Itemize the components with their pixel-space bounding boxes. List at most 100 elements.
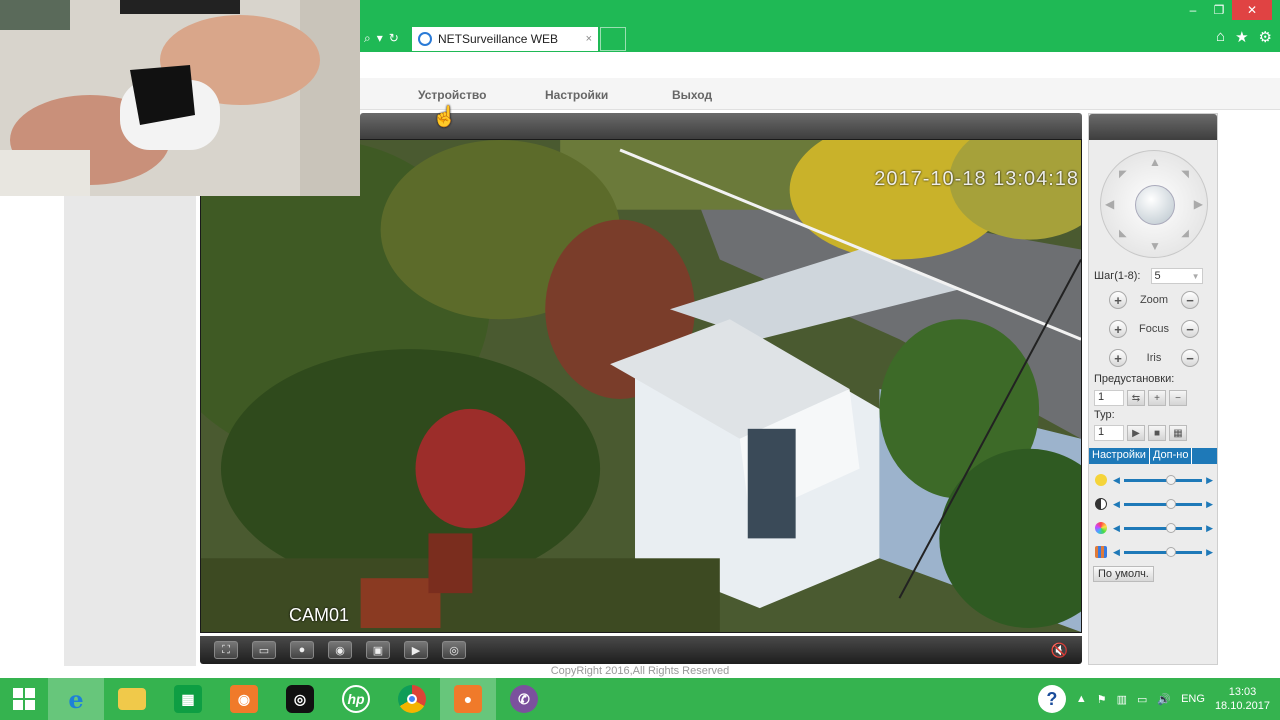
language-indicator[interactable]: ENG (1181, 693, 1205, 705)
focus-plus-button[interactable]: + (1109, 320, 1127, 338)
search-icon[interactable]: ⌕ (364, 31, 371, 46)
zoom-in-button[interactable]: + (1109, 291, 1127, 309)
preset-add-icon[interactable]: + (1148, 390, 1166, 406)
focus-minus-button[interactable]: − (1181, 320, 1199, 338)
taskbar-file-explorer[interactable] (104, 678, 160, 720)
window-layout-icon[interactable]: ▭ (252, 641, 276, 659)
slider-track[interactable] (1123, 498, 1203, 509)
preset-input[interactable]: 1 (1094, 390, 1124, 406)
ptz-direction-dial[interactable]: ▲ ▼ ◀ ▶ ◤ ◥ ◣ ◢ (1100, 150, 1208, 258)
live-video[interactable]: 2017-10-18 13:04:18 CAM01 (200, 139, 1082, 633)
network-icon[interactable]: ▥ (1117, 693, 1127, 706)
taskbar-viber[interactable]: ✆ (496, 678, 552, 720)
preset-goto-icon[interactable]: ⇆ (1127, 390, 1145, 406)
playback-icon[interactable]: ▶ (404, 641, 428, 659)
slider-track[interactable] (1123, 474, 1203, 485)
decrease-icon[interactable]: ◀ (1113, 475, 1120, 486)
presets-label-row: Предустановки: (1094, 373, 1214, 385)
star-icon[interactable]: ★ (1235, 28, 1248, 46)
decrease-icon[interactable]: ◀ (1113, 499, 1120, 510)
ptz-panel: ▲ ▼ ◀ ▶ ◤ ◥ ◣ ◢ Шаг(1-8): 5 ▼ + Zoom − +… (1088, 113, 1218, 665)
iris-minus-button[interactable]: − (1181, 349, 1199, 367)
ptz-left-icon[interactable]: ◀ (1105, 197, 1114, 211)
ptz-down-left-icon[interactable]: ◣ (1119, 228, 1127, 239)
zoom-out-button[interactable]: − (1181, 291, 1199, 309)
step-label: Шаг(1-8): (1094, 270, 1141, 282)
top-menu: Устройство Настройки Выход (360, 78, 1280, 110)
refresh-icon[interactable]: ↻ (389, 31, 399, 45)
defaults-button[interactable]: По умолч. (1093, 566, 1154, 582)
talk-icon[interactable]: ◎ (442, 641, 466, 659)
iris-row: + Iris − (1094, 349, 1214, 367)
video-toolbar: ⛶ ▭ ● ◉ ▣ ▶ ◎ 🔇 (200, 636, 1082, 664)
tour-row: 1 ▶ ■ ▦ (1094, 425, 1214, 441)
decrease-icon[interactable]: ◀ (1113, 547, 1120, 558)
taskbar-webcam[interactable]: ◎ (272, 678, 328, 720)
start-button[interactable] (0, 678, 48, 720)
show-hidden-icon[interactable]: ▲ (1076, 693, 1087, 705)
step-select[interactable]: 5 ▼ (1150, 268, 1203, 284)
address-bar-tools[interactable]: ⌕ ▾ ↻ (360, 28, 410, 48)
saturation-slider[interactable]: ◀ ▶ (1095, 520, 1213, 536)
hue-slider[interactable]: ◀ ▶ (1095, 544, 1213, 560)
increase-icon[interactable]: ▶ (1206, 547, 1213, 558)
slider-track[interactable] (1123, 522, 1203, 533)
close-window-button[interactable]: ✕ (1232, 0, 1272, 20)
restore-button[interactable]: ❐ (1206, 0, 1232, 20)
snapshot-icon[interactable]: ▣ (366, 641, 390, 659)
menu-settings[interactable]: Настройки (545, 88, 608, 102)
ptz-up-icon[interactable]: ▲ (1149, 155, 1161, 169)
ptz-down-icon[interactable]: ▼ (1149, 239, 1161, 253)
flag-icon[interactable]: ⚑ (1097, 693, 1107, 706)
increase-icon[interactable]: ▶ (1206, 499, 1213, 510)
mute-volume-icon[interactable]: 🔇 (1051, 642, 1068, 659)
ptz-down-right-icon[interactable]: ◢ (1181, 228, 1189, 239)
power-icon[interactable]: ▭ (1137, 693, 1147, 706)
tour-play-icon[interactable]: ▶ (1127, 425, 1145, 441)
record-stop-icon[interactable]: ◉ (328, 641, 352, 659)
taskbar-recorder[interactable]: ● (440, 678, 496, 720)
gear-icon[interactable]: ⚙ (1259, 28, 1272, 46)
slider-knob[interactable] (1165, 474, 1176, 485)
ptz-center-button[interactable] (1135, 185, 1175, 225)
tour-grid-icon[interactable]: ▦ (1169, 425, 1187, 441)
dropdown-icon[interactable]: ▾ (377, 31, 383, 45)
increase-icon[interactable]: ▶ (1206, 523, 1213, 534)
brightness-slider[interactable]: ◀ ▶ (1095, 472, 1213, 488)
menu-device[interactable]: Устройство (418, 88, 486, 102)
ptz-up-left-icon[interactable]: ◤ (1119, 169, 1127, 180)
help-icon[interactable]: ? (1037, 685, 1066, 713)
tab-close-icon[interactable]: × (586, 33, 592, 45)
tour-stop-icon[interactable]: ■ (1148, 425, 1166, 441)
taskbar-screen-recorder[interactable]: ◉ (216, 678, 272, 720)
home-icon[interactable]: ⌂ (1216, 28, 1225, 46)
taskbar-chrome[interactable] (384, 678, 440, 720)
volume-icon[interactable]: 🔊 (1157, 693, 1171, 706)
tour-input[interactable]: 1 (1094, 425, 1124, 441)
ptz-right-icon[interactable]: ▶ (1194, 197, 1203, 211)
slider-knob[interactable] (1165, 546, 1176, 557)
fullscreen-icon[interactable]: ⛶ (214, 641, 238, 659)
tab-settings[interactable]: Настройки (1089, 448, 1150, 464)
slider-knob[interactable] (1165, 498, 1176, 509)
record-icon[interactable]: ● (290, 641, 314, 659)
preset-remove-icon[interactable]: − (1169, 390, 1187, 406)
decrease-icon[interactable]: ◀ (1113, 523, 1120, 534)
taskbar-hp[interactable]: hp (328, 678, 384, 720)
increase-icon[interactable]: ▶ (1206, 475, 1213, 486)
brightness-icon (1095, 474, 1107, 486)
ptz-up-right-icon[interactable]: ◥ (1181, 169, 1189, 180)
minimize-button[interactable]: – (1180, 0, 1206, 20)
new-tab-button[interactable] (600, 27, 626, 51)
taskbar-store[interactable]: ▦ (160, 678, 216, 720)
contrast-slider[interactable]: ◀ ▶ (1095, 496, 1213, 512)
iris-plus-button[interactable]: + (1109, 349, 1127, 367)
tour-label: Тур: (1094, 409, 1115, 421)
slider-track[interactable] (1123, 546, 1203, 557)
menu-logout[interactable]: Выход (672, 88, 712, 102)
taskbar-internet-explorer[interactable]: e (48, 678, 104, 720)
slider-knob[interactable] (1165, 522, 1176, 533)
clock[interactable]: 13:03 18.10.2017 (1215, 685, 1270, 713)
tab-extra[interactable]: Доп-но (1150, 448, 1193, 464)
browser-tab[interactable]: NETSurveillance WEB × (412, 27, 598, 51)
